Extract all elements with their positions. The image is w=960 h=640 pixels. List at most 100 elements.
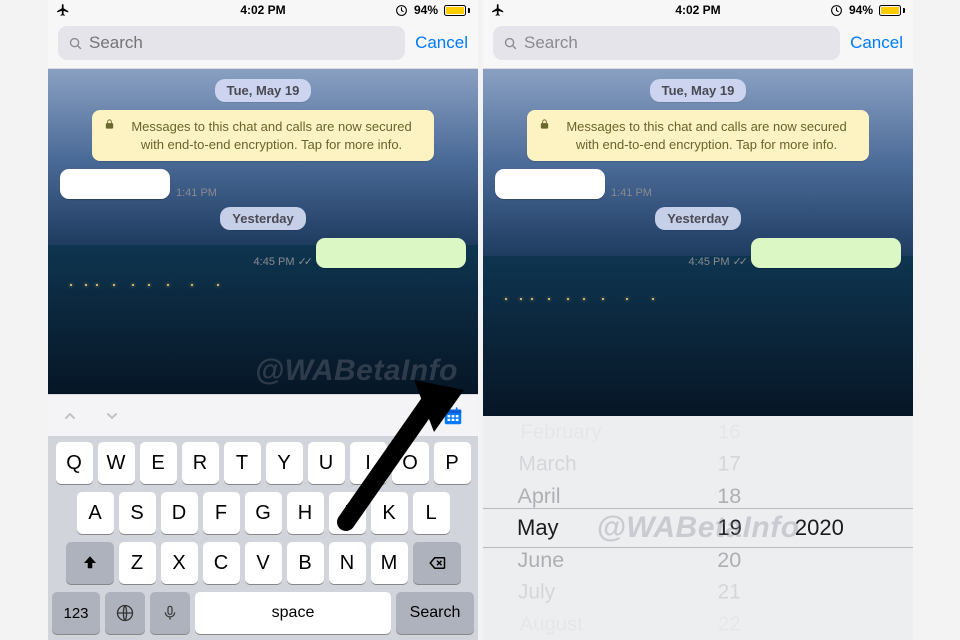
- picker-option-selected[interactable]: 2020: [795, 512, 844, 544]
- key-g[interactable]: G: [245, 492, 282, 534]
- search-row: Search Cancel: [483, 20, 913, 69]
- search-icon: [503, 36, 518, 51]
- picker-option-selected[interactable]: May: [517, 512, 559, 544]
- battery-percent: 94%: [849, 3, 873, 17]
- outgoing-time: 4:45 PM ✓✓: [254, 255, 310, 268]
- key-m[interactable]: M: [371, 542, 408, 584]
- key-r[interactable]: R: [182, 442, 219, 484]
- orientation-lock-icon: [395, 4, 408, 17]
- chat-area[interactable]: Tue, May 19 Messages to this chat and ca…: [483, 69, 913, 416]
- key-i[interactable]: I: [350, 442, 387, 484]
- key-n[interactable]: N: [329, 542, 366, 584]
- search-row: Cancel: [48, 20, 478, 69]
- search-field[interactable]: Search: [493, 26, 840, 60]
- battery-icon: [444, 5, 470, 16]
- key-c[interactable]: C: [203, 542, 240, 584]
- search-result-nav: [48, 394, 478, 436]
- outgoing-bubble[interactable]: [751, 238, 901, 268]
- incoming-time: 1:41 PM: [176, 187, 217, 199]
- key-q[interactable]: Q: [56, 442, 93, 484]
- incoming-message-row: 1:41 PM: [495, 169, 901, 199]
- key-o[interactable]: O: [392, 442, 429, 484]
- dictation-key[interactable]: [150, 592, 190, 634]
- key-p[interactable]: P: [434, 442, 471, 484]
- read-checks-icon: ✓✓: [733, 256, 745, 268]
- encryption-notice[interactable]: Messages to this chat and calls are now …: [92, 110, 433, 161]
- search-field[interactable]: [58, 26, 405, 60]
- key-w[interactable]: W: [98, 442, 135, 484]
- incoming-bubble[interactable]: [495, 169, 605, 199]
- encryption-notice[interactable]: Messages to this chat and calls are now …: [527, 110, 868, 161]
- key-v[interactable]: V: [245, 542, 282, 584]
- picker-option-selected[interactable]: 19: [717, 512, 741, 544]
- picker-option[interactable]: February: [521, 417, 602, 446]
- numbers-key[interactable]: 123: [52, 592, 100, 634]
- cancel-button[interactable]: Cancel: [415, 33, 468, 53]
- key-u[interactable]: U: [308, 442, 345, 484]
- lock-icon: [104, 118, 115, 130]
- cancel-button[interactable]: Cancel: [850, 33, 903, 53]
- phone-right: 4:02 PM 94% Search Cancel: [483, 0, 913, 640]
- keyboard-row-3: ZXCVBNM: [52, 542, 474, 584]
- keyboard-row-2: ASDFGHJKL: [52, 492, 474, 534]
- key-e[interactable]: E: [140, 442, 177, 484]
- picker-option[interactable]: 18: [718, 480, 742, 511]
- key-f[interactable]: F: [203, 492, 240, 534]
- chat-area[interactable]: Tue, May 19 Messages to this chat and ca…: [48, 69, 478, 394]
- picker-day-column[interactable]: 16 17 18 19 20 21 22: [682, 416, 777, 640]
- day-pill: Yesterday: [655, 207, 740, 230]
- prev-result-icon[interactable]: [62, 408, 78, 424]
- picker-option[interactable]: 20: [718, 544, 742, 575]
- picker-option[interactable]: July: [518, 577, 555, 607]
- picker-option[interactable]: 16: [718, 417, 741, 446]
- keyboard-row-1: QWERTYUIOP: [52, 442, 474, 484]
- picker-option[interactable]: 17: [718, 449, 741, 479]
- outgoing-message-row: 4:45 PM ✓✓: [60, 238, 466, 268]
- picker-option[interactable]: 22: [718, 609, 741, 638]
- read-checks-icon: ✓✓: [298, 256, 310, 268]
- picker-option[interactable]: April: [517, 480, 560, 511]
- key-s[interactable]: S: [119, 492, 156, 534]
- day-pill: Yesterday: [220, 207, 305, 230]
- picker-month-column[interactable]: February March April May June July Augus…: [483, 416, 682, 640]
- globe-key[interactable]: [105, 592, 145, 634]
- picker-option[interactable]: March: [519, 449, 577, 479]
- picker-year-column[interactable]: 2020: [777, 416, 913, 640]
- next-result-icon[interactable]: [104, 408, 120, 424]
- key-d[interactable]: D: [161, 492, 198, 534]
- key-y[interactable]: Y: [266, 442, 303, 484]
- key-j[interactable]: J: [329, 492, 366, 534]
- outgoing-message-row: 4:45 PM ✓✓: [495, 238, 901, 268]
- date-pill: Tue, May 19: [650, 79, 747, 102]
- calendar-icon[interactable]: [442, 405, 464, 427]
- key-x[interactable]: X: [161, 542, 198, 584]
- key-h[interactable]: H: [287, 492, 324, 534]
- outgoing-bubble[interactable]: [316, 238, 466, 268]
- battery-percent: 94%: [414, 3, 438, 17]
- key-k[interactable]: K: [371, 492, 408, 534]
- picker-option[interactable]: June: [517, 544, 564, 575]
- airplane-mode-icon: [491, 3, 505, 17]
- key-l[interactable]: L: [413, 492, 450, 534]
- airplane-mode-icon: [56, 3, 70, 17]
- outgoing-time: 4:45 PM ✓✓: [689, 255, 745, 268]
- orientation-lock-icon: [830, 4, 843, 17]
- incoming-bubble[interactable]: [60, 169, 170, 199]
- key-z[interactable]: Z: [119, 542, 156, 584]
- search-icon: [68, 36, 83, 51]
- search-key[interactable]: Search: [396, 592, 474, 634]
- backspace-key[interactable]: [413, 542, 461, 584]
- shift-key[interactable]: [66, 542, 114, 584]
- key-b[interactable]: B: [287, 542, 324, 584]
- keyboard[interactable]: QWERTYUIOP ASDFGHJKL ZXCVBNM 123: [48, 436, 478, 640]
- search-input[interactable]: [89, 33, 395, 53]
- incoming-time: 1:41 PM: [611, 187, 652, 199]
- key-t[interactable]: T: [224, 442, 261, 484]
- phone-left: 4:02 PM 94% Cancel: [48, 0, 478, 640]
- space-key[interactable]: space: [195, 592, 391, 634]
- picker-option[interactable]: 21: [718, 577, 741, 607]
- date-picker[interactable]: February March April May June July Augus…: [483, 416, 913, 640]
- incoming-message-row: 1:41 PM: [60, 169, 466, 199]
- key-a[interactable]: A: [77, 492, 114, 534]
- picker-option[interactable]: August: [520, 609, 583, 638]
